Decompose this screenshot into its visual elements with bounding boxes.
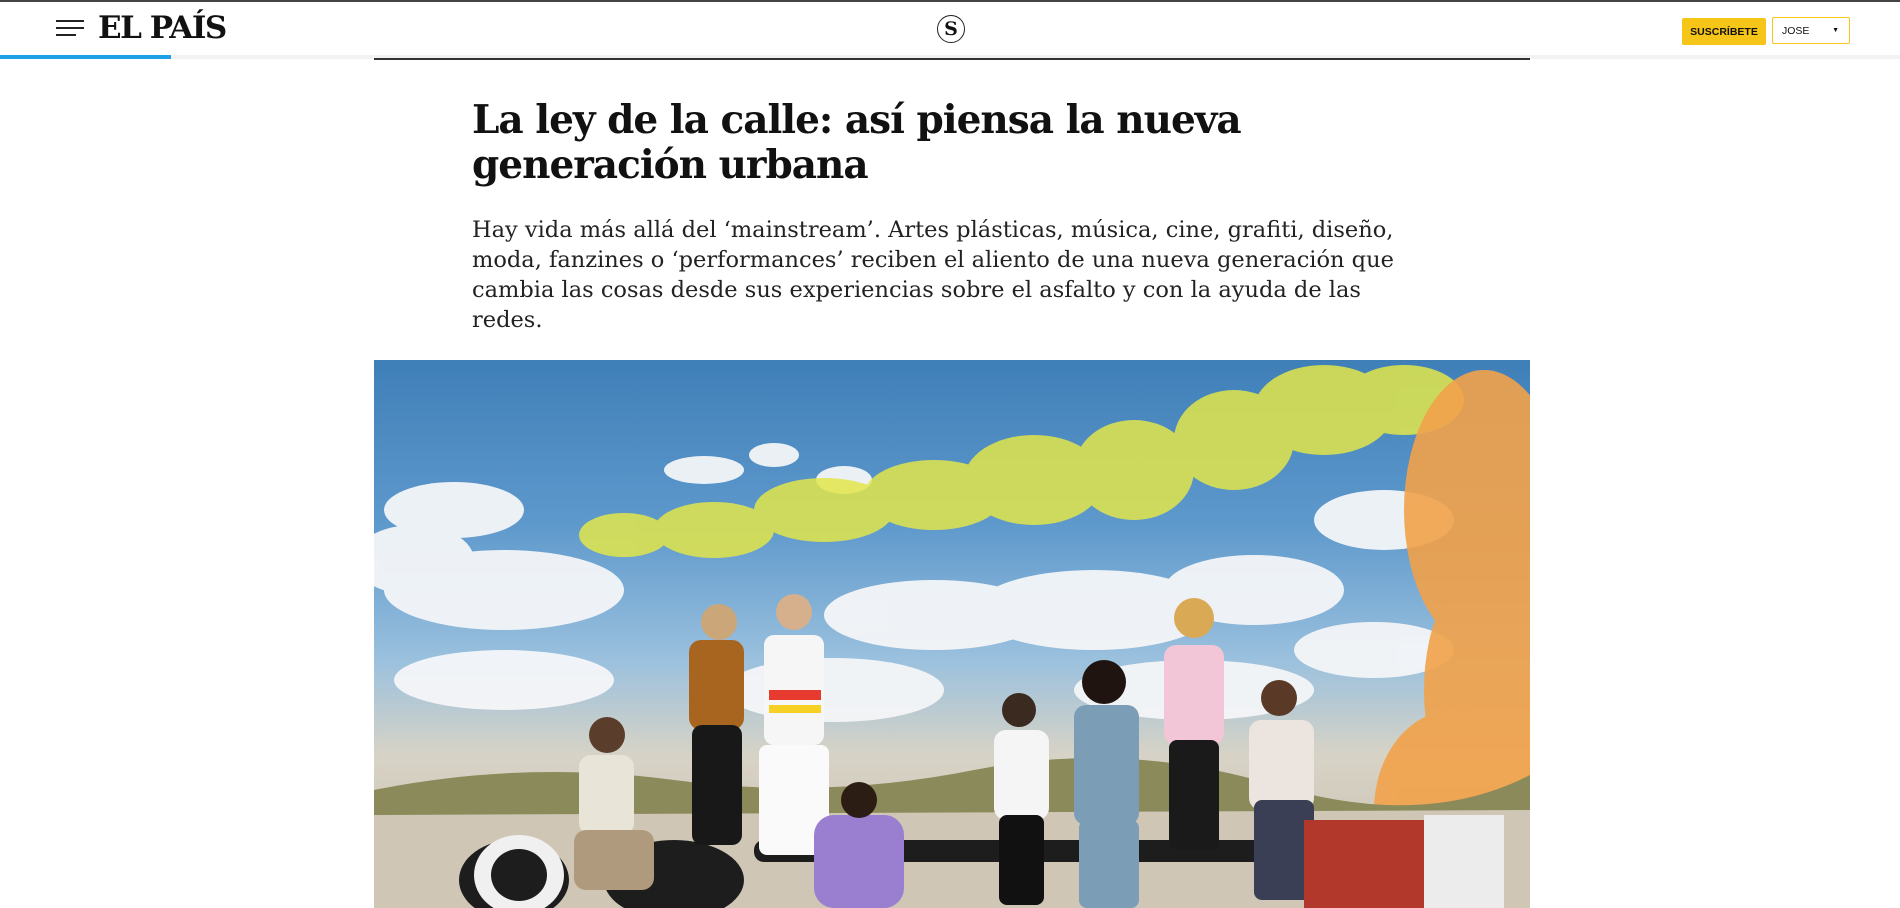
hero-photo-illustration	[374, 365, 1530, 908]
hero-photo	[374, 360, 1530, 908]
article-subheadline: Hay vida más allá del ‘mainstream’. Arte…	[472, 217, 1394, 333]
subscribe-button[interactable]: SUSCRÍBETE	[1682, 18, 1766, 45]
reading-progress-fill	[0, 55, 171, 59]
site-header: EL PAÍS S SUSCRÍBETE JOSE ▼	[0, 2, 1900, 57]
s-magazine-logo[interactable]: S	[937, 15, 965, 43]
el-pais-logo[interactable]: EL PAÍS	[98, 10, 227, 46]
chevron-down-icon: ▼	[1832, 27, 1839, 34]
article-headline: La ley de la calle: así piensa la nueva …	[472, 97, 1242, 188]
article-top-rule	[374, 58, 1530, 60]
hamburger-menu-icon[interactable]	[56, 20, 84, 40]
user-account-menu[interactable]: JOSE ▼	[1772, 17, 1850, 44]
user-name-label: JOSE	[1782, 24, 1810, 37]
